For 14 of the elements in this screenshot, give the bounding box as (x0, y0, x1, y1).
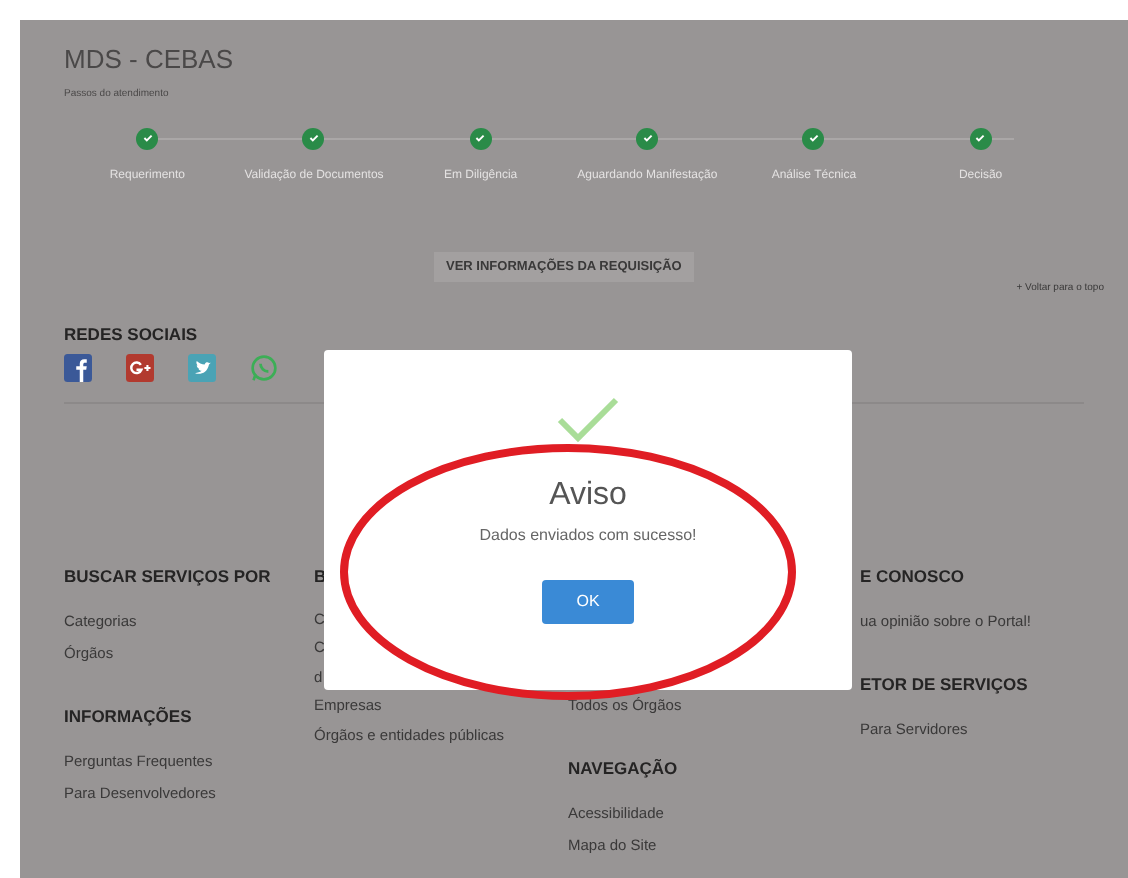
footer-heading: E CONOSCO (860, 565, 964, 587)
dialog-message: Dados enviados com sucesso! (479, 524, 697, 548)
facebook-icon[interactable] (64, 353, 92, 381)
footer-heading: INFORMAÇÕES (64, 705, 192, 727)
google-plus-icon[interactable] (126, 353, 154, 381)
dialog-title: Aviso (549, 478, 627, 514)
footer-heading: ETOR DE SERVIÇOS (860, 673, 1028, 695)
page-title: MDS - CEBAS (64, 44, 236, 76)
ok-button[interactable]: OK (542, 580, 634, 624)
checkmark-icon (554, 394, 622, 446)
twitter-icon[interactable] (188, 353, 216, 381)
footer-heading: BUSCAR SERVIÇOS POR (64, 565, 271, 587)
footer-heading: NAVEGAÇÃO (568, 757, 678, 779)
social-heading: REDES SOCIAIS (64, 321, 200, 347)
